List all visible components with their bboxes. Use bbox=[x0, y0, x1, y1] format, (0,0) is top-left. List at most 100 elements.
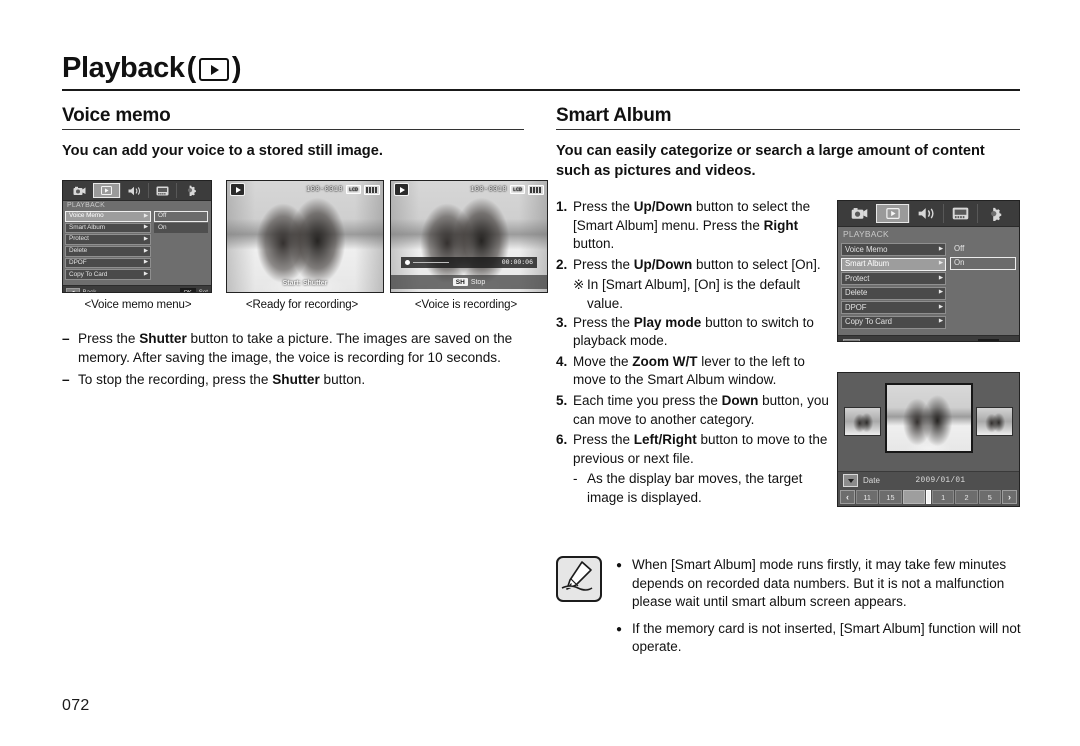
menu-item-voice-memo[interactable]: Voice Memo ▶ bbox=[841, 243, 946, 256]
step-text: Press the Up/Down button to select the [… bbox=[573, 199, 811, 252]
lcd-voice-is-recording: 100-0018 LCD 00:00:06 SH Stop bbox=[390, 180, 548, 293]
playback-icon[interactable] bbox=[876, 204, 909, 223]
playback-icon[interactable] bbox=[93, 183, 120, 198]
menu-item-copy-to-card[interactable]: Copy To Card ▶ bbox=[65, 269, 151, 281]
step-text: Press the Up/Down button to select [On]. bbox=[573, 256, 821, 272]
paren-open: ( bbox=[186, 52, 197, 84]
menu-item-protect[interactable]: Protect ▶ bbox=[841, 272, 946, 285]
album-main-image[interactable] bbox=[885, 383, 973, 453]
voice-memo-divider bbox=[62, 129, 524, 130]
right-column: Smart Album You can easily categorize or… bbox=[556, 105, 1020, 181]
menu-item-label: Voice Memo bbox=[845, 244, 888, 254]
recording-time: 00:00:06 bbox=[501, 259, 533, 266]
dash-marker: – bbox=[62, 372, 70, 387]
chevron-right-icon: ▶ bbox=[938, 303, 943, 310]
smart-album-lede: You can easily categorize or search a la… bbox=[556, 143, 985, 179]
menu-item-delete[interactable]: Delete ▶ bbox=[65, 246, 151, 257]
album-scroll-bar[interactable]: ‹ 11 15 1 2 5 › bbox=[838, 489, 1019, 506]
left-column: Voice memo You can add your voice to a s… bbox=[62, 105, 524, 161]
chapter-divider bbox=[62, 89, 1020, 91]
screenshot-voice-is-recording: 100-0018 LCD 00:00:06 SH Stop <Voice is … bbox=[390, 180, 548, 311]
chevron-right-icon: ▶ bbox=[143, 259, 148, 266]
lcd-status-bar: 100-0018 LCD bbox=[394, 183, 544, 196]
menu-section-label: PLAYBACK bbox=[838, 227, 1019, 241]
step-number: 4. bbox=[556, 353, 568, 369]
stop-hint-bar: SH Stop bbox=[391, 275, 547, 289]
camera-icon[interactable] bbox=[66, 183, 93, 198]
option-on[interactable]: On bbox=[950, 256, 1016, 270]
preview-photo bbox=[227, 181, 383, 292]
step-number: 5. bbox=[556, 392, 568, 408]
step-number: 1. bbox=[556, 199, 568, 214]
step-text: Press the Left/Right button to move to t… bbox=[573, 432, 828, 466]
scroll-cell[interactable]: 15 bbox=[879, 490, 902, 504]
album-thumbnail-next[interactable] bbox=[976, 407, 1013, 436]
voice-memo-screens: PLAYBACK Voice Memo ▶ Smart Album ▶ Protec… bbox=[62, 180, 548, 311]
substep-marker: - bbox=[573, 471, 578, 487]
menu-option-list: Off On bbox=[949, 241, 1019, 335]
back-label: Back bbox=[82, 289, 97, 293]
chevron-right-icon: ▶ bbox=[143, 224, 148, 231]
step-item: 3. Press the Play mode button to switch … bbox=[556, 314, 834, 351]
screenshot-ready-for-recording: 100-0018 LCD Start: Shutter <Ready for r… bbox=[226, 180, 384, 311]
stop-label: Stop bbox=[470, 278, 486, 286]
menu-item-dpof[interactable]: DPOF ▶ bbox=[841, 301, 946, 314]
bullet-icon: ● bbox=[616, 623, 623, 635]
chevron-right-icon: ▶ bbox=[143, 212, 148, 219]
scroll-cell[interactable]: 2 bbox=[955, 490, 978, 504]
lcd-badge-icon: LCD bbox=[509, 185, 525, 194]
menu-item-copy-to-card[interactable]: Copy To Card ▶ bbox=[841, 315, 946, 329]
screenshot-caption: <Voice memo menu> bbox=[84, 299, 192, 311]
sound-icon[interactable] bbox=[120, 183, 148, 198]
note-bullet-text: If the memory card is not inserted, [Sma… bbox=[632, 620, 1021, 655]
settings-icon[interactable] bbox=[176, 183, 204, 198]
album-thumbnail-previous[interactable] bbox=[844, 407, 881, 436]
menu-item-voice-memo[interactable]: Voice Memo ▶ bbox=[65, 211, 151, 222]
note-row: – To stop the recording, press the Shutt… bbox=[62, 371, 528, 390]
sound-icon[interactable] bbox=[909, 204, 943, 223]
bullet-icon: ● bbox=[616, 560, 623, 571]
back-key-icon[interactable]: ◄ bbox=[66, 288, 80, 292]
menu-item-smart-album[interactable]: Smart Album ▶ bbox=[65, 222, 151, 234]
menu-item-label: Smart Album bbox=[69, 223, 106, 231]
menu-item-list: Voice Memo ▶ Smart Album ▶ Protect ▶ Delete… bbox=[838, 241, 949, 335]
shutter-key-icon[interactable]: SH bbox=[452, 278, 468, 286]
file-counter: 100-0018 bbox=[470, 185, 507, 194]
ok-key-icon[interactable]: OK bbox=[978, 339, 999, 341]
chevron-right-icon: ▶ bbox=[938, 245, 943, 252]
option-off[interactable]: Off bbox=[950, 242, 1016, 255]
scroll-cell[interactable]: 1 bbox=[931, 490, 955, 504]
menu-body: Voice Memo ▶ Smart Album ▶ Protect ▶ Delete… bbox=[63, 210, 211, 285]
scroll-cell-current[interactable] bbox=[902, 490, 925, 504]
menu-item-delete[interactable]: Delete ▶ bbox=[841, 286, 946, 300]
menu-tab-bar bbox=[63, 181, 211, 201]
menu-item-label: Voice Memo bbox=[69, 212, 104, 220]
back-key-icon[interactable]: ◄ bbox=[843, 339, 860, 341]
option-on[interactable]: On bbox=[154, 222, 208, 234]
chevron-right-icon: ▶ bbox=[938, 289, 943, 296]
scroll-left-arrow-icon[interactable]: ‹ bbox=[840, 490, 855, 504]
battery-icon bbox=[364, 184, 380, 195]
scroll-right-arrow-icon[interactable]: › bbox=[1001, 490, 1017, 504]
note-bullet-row: ● If the memory card is not inserted, [S… bbox=[616, 620, 1022, 657]
display-icon[interactable] bbox=[148, 183, 176, 198]
menu-item-label: Protect bbox=[845, 273, 870, 283]
page-number: 072 bbox=[62, 697, 90, 714]
scroll-cell[interactable]: 5 bbox=[978, 490, 1001, 504]
menu-item-smart-album[interactable]: Smart Album ▶ bbox=[841, 257, 946, 271]
camera-icon[interactable] bbox=[843, 204, 876, 223]
menu-footer: ◄ Back OK Set bbox=[838, 335, 1019, 341]
scroll-cell[interactable]: 11 bbox=[856, 490, 879, 504]
step-text: Move the Zoom W/T lever to the left to m… bbox=[573, 353, 805, 388]
chevron-down-icon[interactable] bbox=[843, 474, 858, 487]
settings-icon[interactable] bbox=[977, 204, 1011, 223]
menu-item-protect[interactable]: Protect ▶ bbox=[65, 234, 151, 245]
chapter-header: Playback ( ) bbox=[62, 52, 1020, 91]
ok-key-icon[interactable]: OK bbox=[179, 288, 196, 292]
option-off[interactable]: Off bbox=[154, 211, 208, 222]
menu-item-dpof[interactable]: DPOF ▶ bbox=[65, 257, 151, 269]
lcd-status-right: 100-0018 LCD bbox=[306, 184, 380, 195]
display-icon[interactable] bbox=[943, 204, 977, 223]
lcd-ready-for-recording: 100-0018 LCD Start: Shutter bbox=[226, 180, 384, 293]
playback-mode-icon bbox=[230, 183, 245, 196]
